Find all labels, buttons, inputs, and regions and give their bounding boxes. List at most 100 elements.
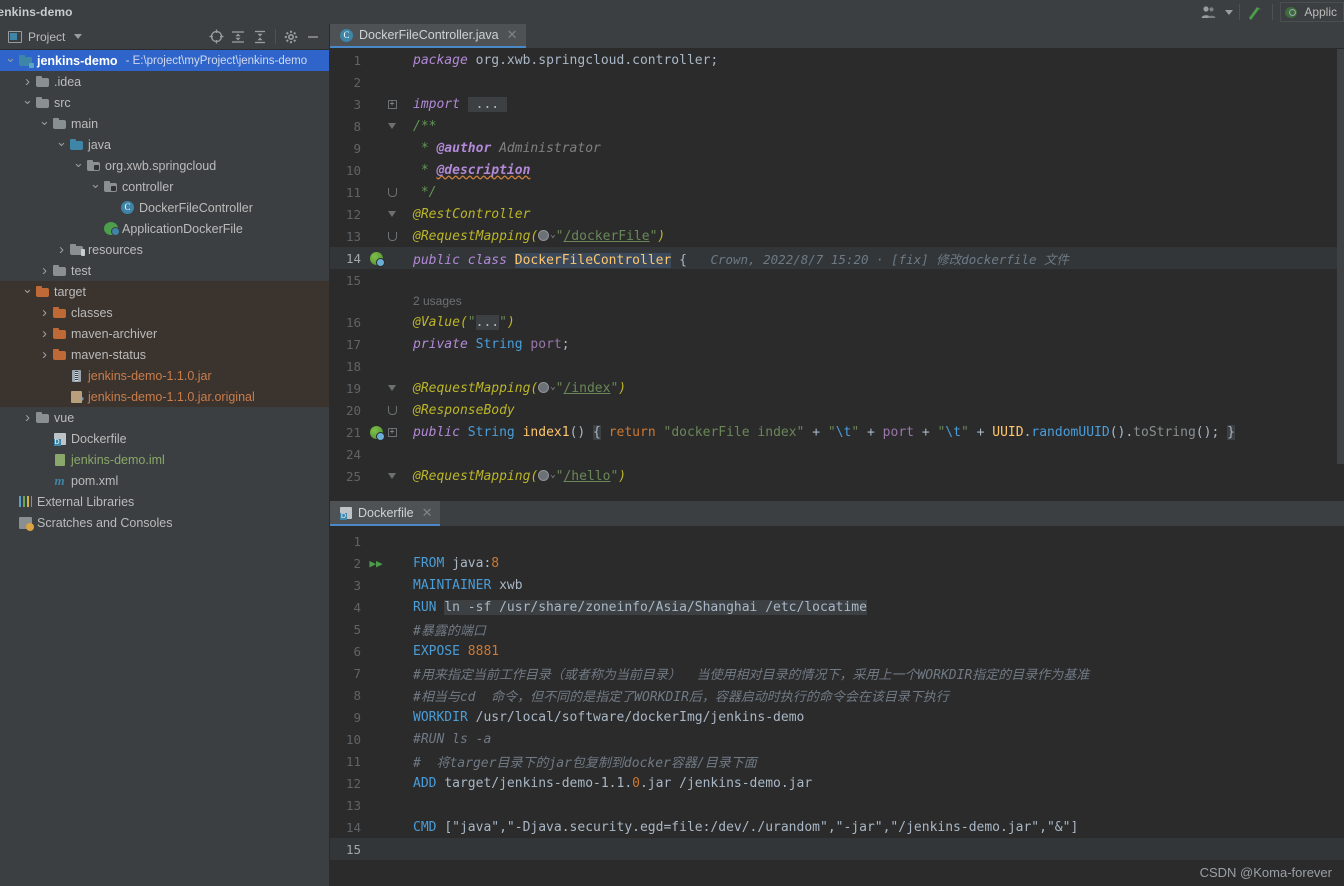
hide-tool-window-icon[interactable] xyxy=(302,26,324,48)
run-configuration-selector[interactable]: Applic xyxy=(1280,2,1344,22)
chevron-right-icon[interactable] xyxy=(21,75,34,88)
tab-dockerfilecontroller-java[interactable]: C DockerFileController.java ✕ xyxy=(330,24,526,48)
tree-item-maven-archiver[interactable]: maven-archiver xyxy=(0,323,329,344)
chevron-right-icon[interactable] xyxy=(38,348,51,361)
fold-expand-icon[interactable]: + xyxy=(387,99,397,109)
green-arrow-up-icon[interactable] xyxy=(1243,0,1269,24)
tree-item-idea[interactable]: .idea xyxy=(0,71,329,92)
tree-item-main[interactable]: main xyxy=(0,113,329,134)
fold-cell[interactable] xyxy=(385,385,399,391)
java-editor[interactable]: 1 package org.xwb.springcloud.controller… xyxy=(330,49,1344,500)
source-folder-icon xyxy=(70,138,83,150)
chevron-down-icon[interactable] xyxy=(72,159,85,172)
code-line: 3 MAINTAINER xwb xyxy=(330,574,1344,596)
web-mapping-icon[interactable]: ⌄ xyxy=(538,381,556,393)
tree-item-java[interactable]: java xyxy=(0,134,329,155)
folder-icon xyxy=(36,411,49,423)
fold-collapse-icon[interactable] xyxy=(388,385,396,391)
tree-item-applicationdockerfile[interactable]: ApplicationDockerFile xyxy=(0,218,329,239)
tree-item-maven-status[interactable]: maven-status xyxy=(0,344,329,365)
chevron-down-icon[interactable] xyxy=(21,285,34,298)
close-icon[interactable]: ✕ xyxy=(422,505,433,521)
line-number: 16 xyxy=(345,314,361,330)
fold-collapse-icon[interactable] xyxy=(388,473,396,479)
code-line: 1 package org.xwb.springcloud.controller… xyxy=(330,49,1344,71)
chevron-down-icon[interactable] xyxy=(74,34,83,39)
close-icon[interactable]: ✕ xyxy=(507,27,518,43)
folder-icon xyxy=(53,264,66,276)
tree-item-resources[interactable]: resources xyxy=(0,239,329,260)
chevron-right-icon[interactable] xyxy=(38,327,51,340)
tab-dockerfile[interactable]: Dockerfile ✕ xyxy=(330,501,441,526)
chevron-down-icon[interactable] xyxy=(89,180,102,193)
tree-item-vue[interactable]: vue xyxy=(0,407,329,428)
tree-item-jenkins-demo[interactable]: jenkins-demo - E:\project\myProject\jenki… xyxy=(0,50,329,71)
chevron-right-icon[interactable] xyxy=(38,306,51,319)
chevron-right-icon[interactable] xyxy=(55,243,68,256)
spring-application-icon xyxy=(103,222,120,236)
tree-item-controller[interactable]: controller xyxy=(0,176,329,197)
tree-item-pom-xml[interactable]: m pom.xml xyxy=(0,470,329,491)
fold-cell[interactable] xyxy=(385,405,399,415)
editor-scrollbar-thumb[interactable] xyxy=(1337,49,1344,464)
chevron-right-icon[interactable] xyxy=(38,264,51,277)
settings-gear-icon[interactable] xyxy=(280,26,302,48)
chevron-down-icon[interactable] xyxy=(1222,0,1236,24)
chevron-down-icon[interactable] xyxy=(38,117,51,130)
chevron-down-icon[interactable] xyxy=(55,138,68,151)
spring-bean-icon[interactable] xyxy=(369,251,385,267)
folder-icon xyxy=(53,117,66,129)
fold-cell[interactable] xyxy=(385,123,399,129)
tree-item-org-xwb-springcloud[interactable]: org.xwb.springcloud xyxy=(0,155,329,176)
tree-item-src[interactable]: src xyxy=(0,92,329,113)
project-tree[interactable]: jenkins-demo - E:\project\myProject\jenki… xyxy=(0,50,329,886)
fold-collapse-icon[interactable] xyxy=(388,211,396,217)
gutter-cell[interactable] xyxy=(367,251,385,267)
tree-item-external-libraries[interactable]: External Libraries xyxy=(0,491,329,512)
dockerfile-panel: Dockerfile ✕ 1 2 ▶▶ FRO xyxy=(330,500,1344,886)
tree-item-test[interactable]: test xyxy=(0,260,329,281)
fold-cell[interactable] xyxy=(385,231,399,241)
code-line: 14 public class DockerFileController { C… xyxy=(330,247,1344,269)
tree-item-classes[interactable]: classes xyxy=(0,302,329,323)
fold-cell[interactable]: + xyxy=(385,99,399,109)
spring-bean-icon[interactable] xyxy=(369,425,385,441)
tree-item-label: test xyxy=(71,263,92,278)
dockerfile-editor[interactable]: 1 2 ▶▶ FROM java:8 3 MAINTAINER xwb 4 RU… xyxy=(330,526,1344,886)
tree-item-dockerfile[interactable]: Dockerfile xyxy=(0,428,329,449)
usages-hint[interactable]: 2 usages xyxy=(413,294,462,308)
fold-expand-icon[interactable]: + xyxy=(387,427,397,437)
gutter-cell[interactable] xyxy=(367,425,385,441)
fold-cell[interactable] xyxy=(385,473,399,479)
tree-item-dockerfilecontroller[interactable]: C DockerFileController xyxy=(0,197,329,218)
fold-cell[interactable] xyxy=(385,211,399,217)
run-dockerfile-icon[interactable]: ▶▶ xyxy=(369,558,382,569)
tree-item-target[interactable]: target xyxy=(0,281,329,302)
fold-collapse-icon[interactable] xyxy=(388,123,396,129)
fold-cell[interactable] xyxy=(385,187,399,197)
web-mapping-icon[interactable]: ⌄ xyxy=(538,469,556,481)
code-line: 6 EXPOSE 8881 xyxy=(330,640,1344,662)
collapse-all-icon[interactable] xyxy=(249,26,271,48)
tab-label: Dockerfile xyxy=(358,505,414,520)
users-icon[interactable] xyxy=(1196,0,1222,24)
editor-tab-strip: C DockerFileController.java ✕ xyxy=(330,24,1344,49)
tree-item-jenkins-demo-1-1-0-jar[interactable]: jenkins-demo-1.1.0.jar xyxy=(0,365,329,386)
expand-all-icon[interactable] xyxy=(227,26,249,48)
chevron-down-icon[interactable] xyxy=(4,54,17,67)
fold-cell[interactable]: + xyxy=(385,427,399,437)
locate-icon[interactable] xyxy=(205,26,227,48)
tree-item-jenkins-demo-iml[interactable]: jenkins-demo.iml xyxy=(0,449,329,470)
toolbar-divider xyxy=(1239,4,1241,20)
web-mapping-icon[interactable]: ⌄ xyxy=(538,229,556,241)
chevron-down-icon[interactable] xyxy=(21,96,34,109)
folder-icon xyxy=(53,327,66,339)
gutter-cell[interactable]: ▶▶ xyxy=(367,558,385,569)
chevron-right-icon[interactable] xyxy=(21,411,34,424)
maven-icon: m xyxy=(54,472,65,488)
tree-item-scratches-and-consoles[interactable]: Scratches and Consoles xyxy=(0,512,329,533)
line-number: 5 xyxy=(353,621,361,637)
tree-item-jenkins-demo-1-1-0-jar-original[interactable]: jenkins-demo-1.1.0.jar.original xyxy=(0,386,329,407)
toolbar-divider-2 xyxy=(1272,4,1274,20)
